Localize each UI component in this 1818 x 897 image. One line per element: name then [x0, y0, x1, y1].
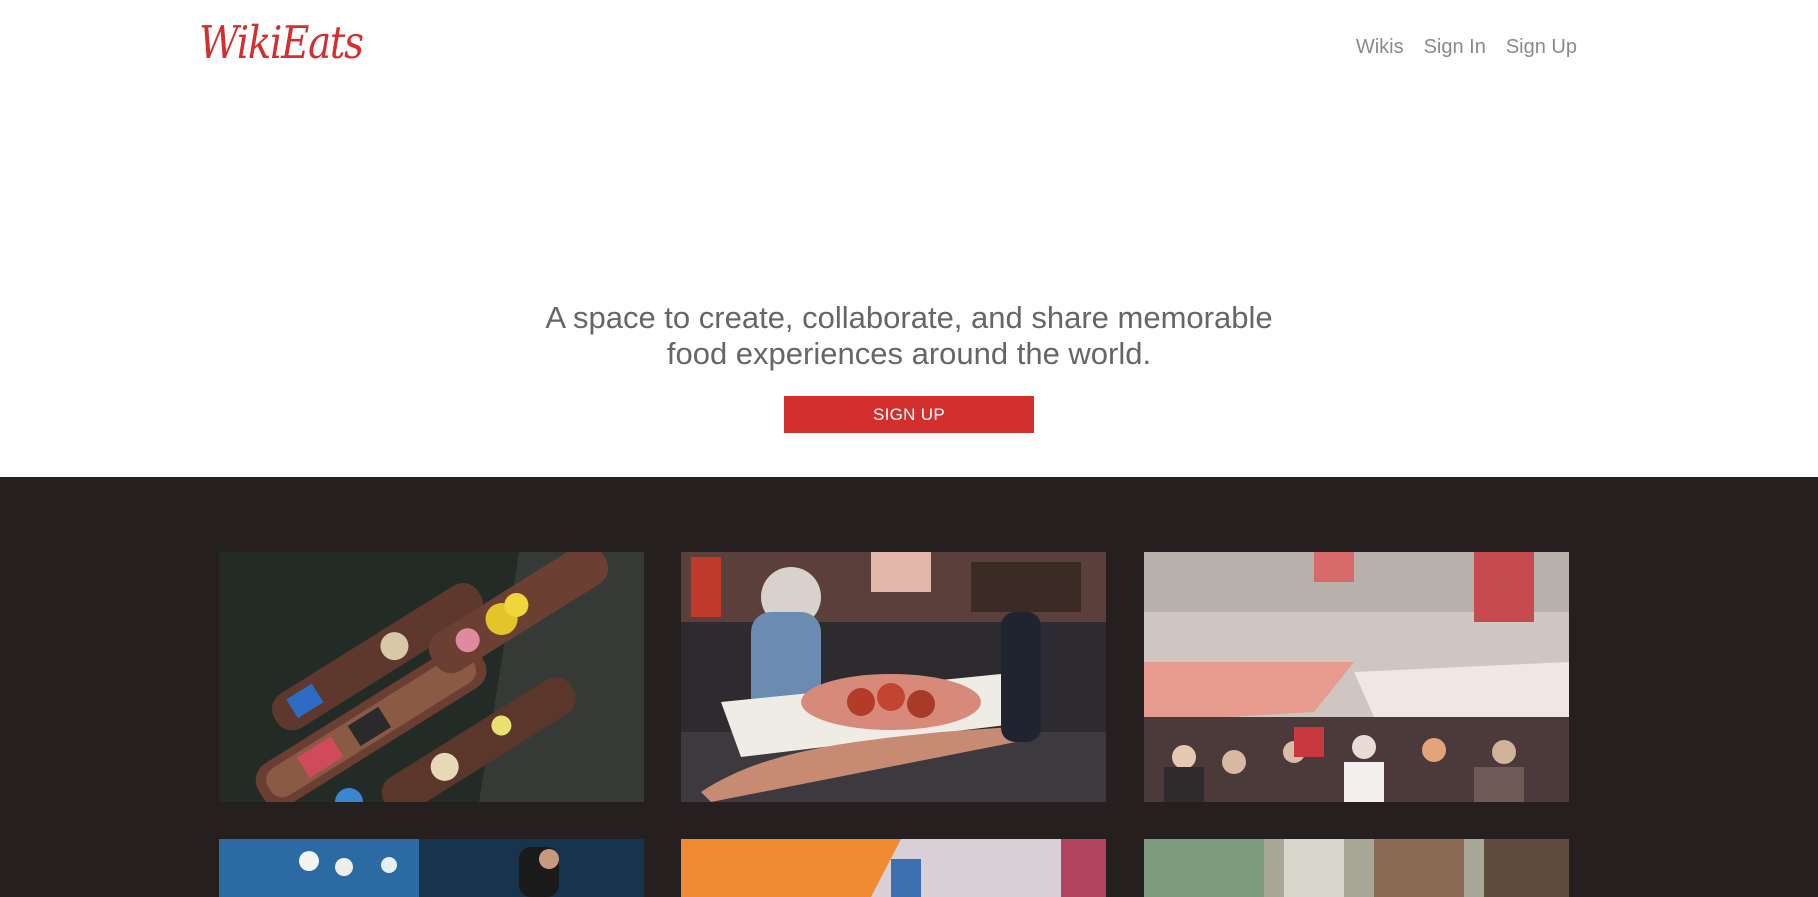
main-nav: Wikis Sign In Sign Up: [1356, 36, 1577, 59]
boats-illustration: [219, 552, 644, 802]
orange-sleeve-street-photo[interactable]: [681, 839, 1106, 897]
orange-sleeve-illustration: [681, 839, 1106, 897]
nav-sign-in-link[interactable]: Sign In: [1424, 36, 1486, 59]
outdoor-market-crowd-photo[interactable]: [1144, 552, 1569, 802]
night-stall-illustration: [219, 839, 644, 897]
tagline-line-1: A space to create, collaborate, and shar…: [545, 300, 1273, 335]
brand-logo[interactable]: WikiEats: [199, 16, 364, 69]
city-buildings-photo[interactable]: [1144, 839, 1569, 897]
nav-sign-up-link[interactable]: Sign Up: [1506, 36, 1577, 59]
sign-up-button[interactable]: SIGN UP: [784, 396, 1034, 433]
market-illustration: [1144, 552, 1569, 802]
street-food-takoyaki-photo[interactable]: [681, 552, 1106, 802]
hero-tagline: A space to create, collaborate, and shar…: [529, 300, 1289, 372]
navbar: WikiEats Wikis Sign In Sign Up: [0, 0, 1818, 100]
photo-gallery: [0, 477, 1818, 897]
takoyaki-illustration: [681, 552, 1106, 802]
tagline-line-2: food experiences around the world.: [666, 336, 1152, 371]
night-food-stall-photo[interactable]: [219, 839, 644, 897]
buildings-illustration: [1144, 839, 1569, 897]
hero-section: A space to create, collaborate, and shar…: [0, 300, 1818, 433]
floating-market-boats-photo[interactable]: [219, 552, 644, 802]
nav-wikis-link[interactable]: Wikis: [1356, 36, 1404, 59]
